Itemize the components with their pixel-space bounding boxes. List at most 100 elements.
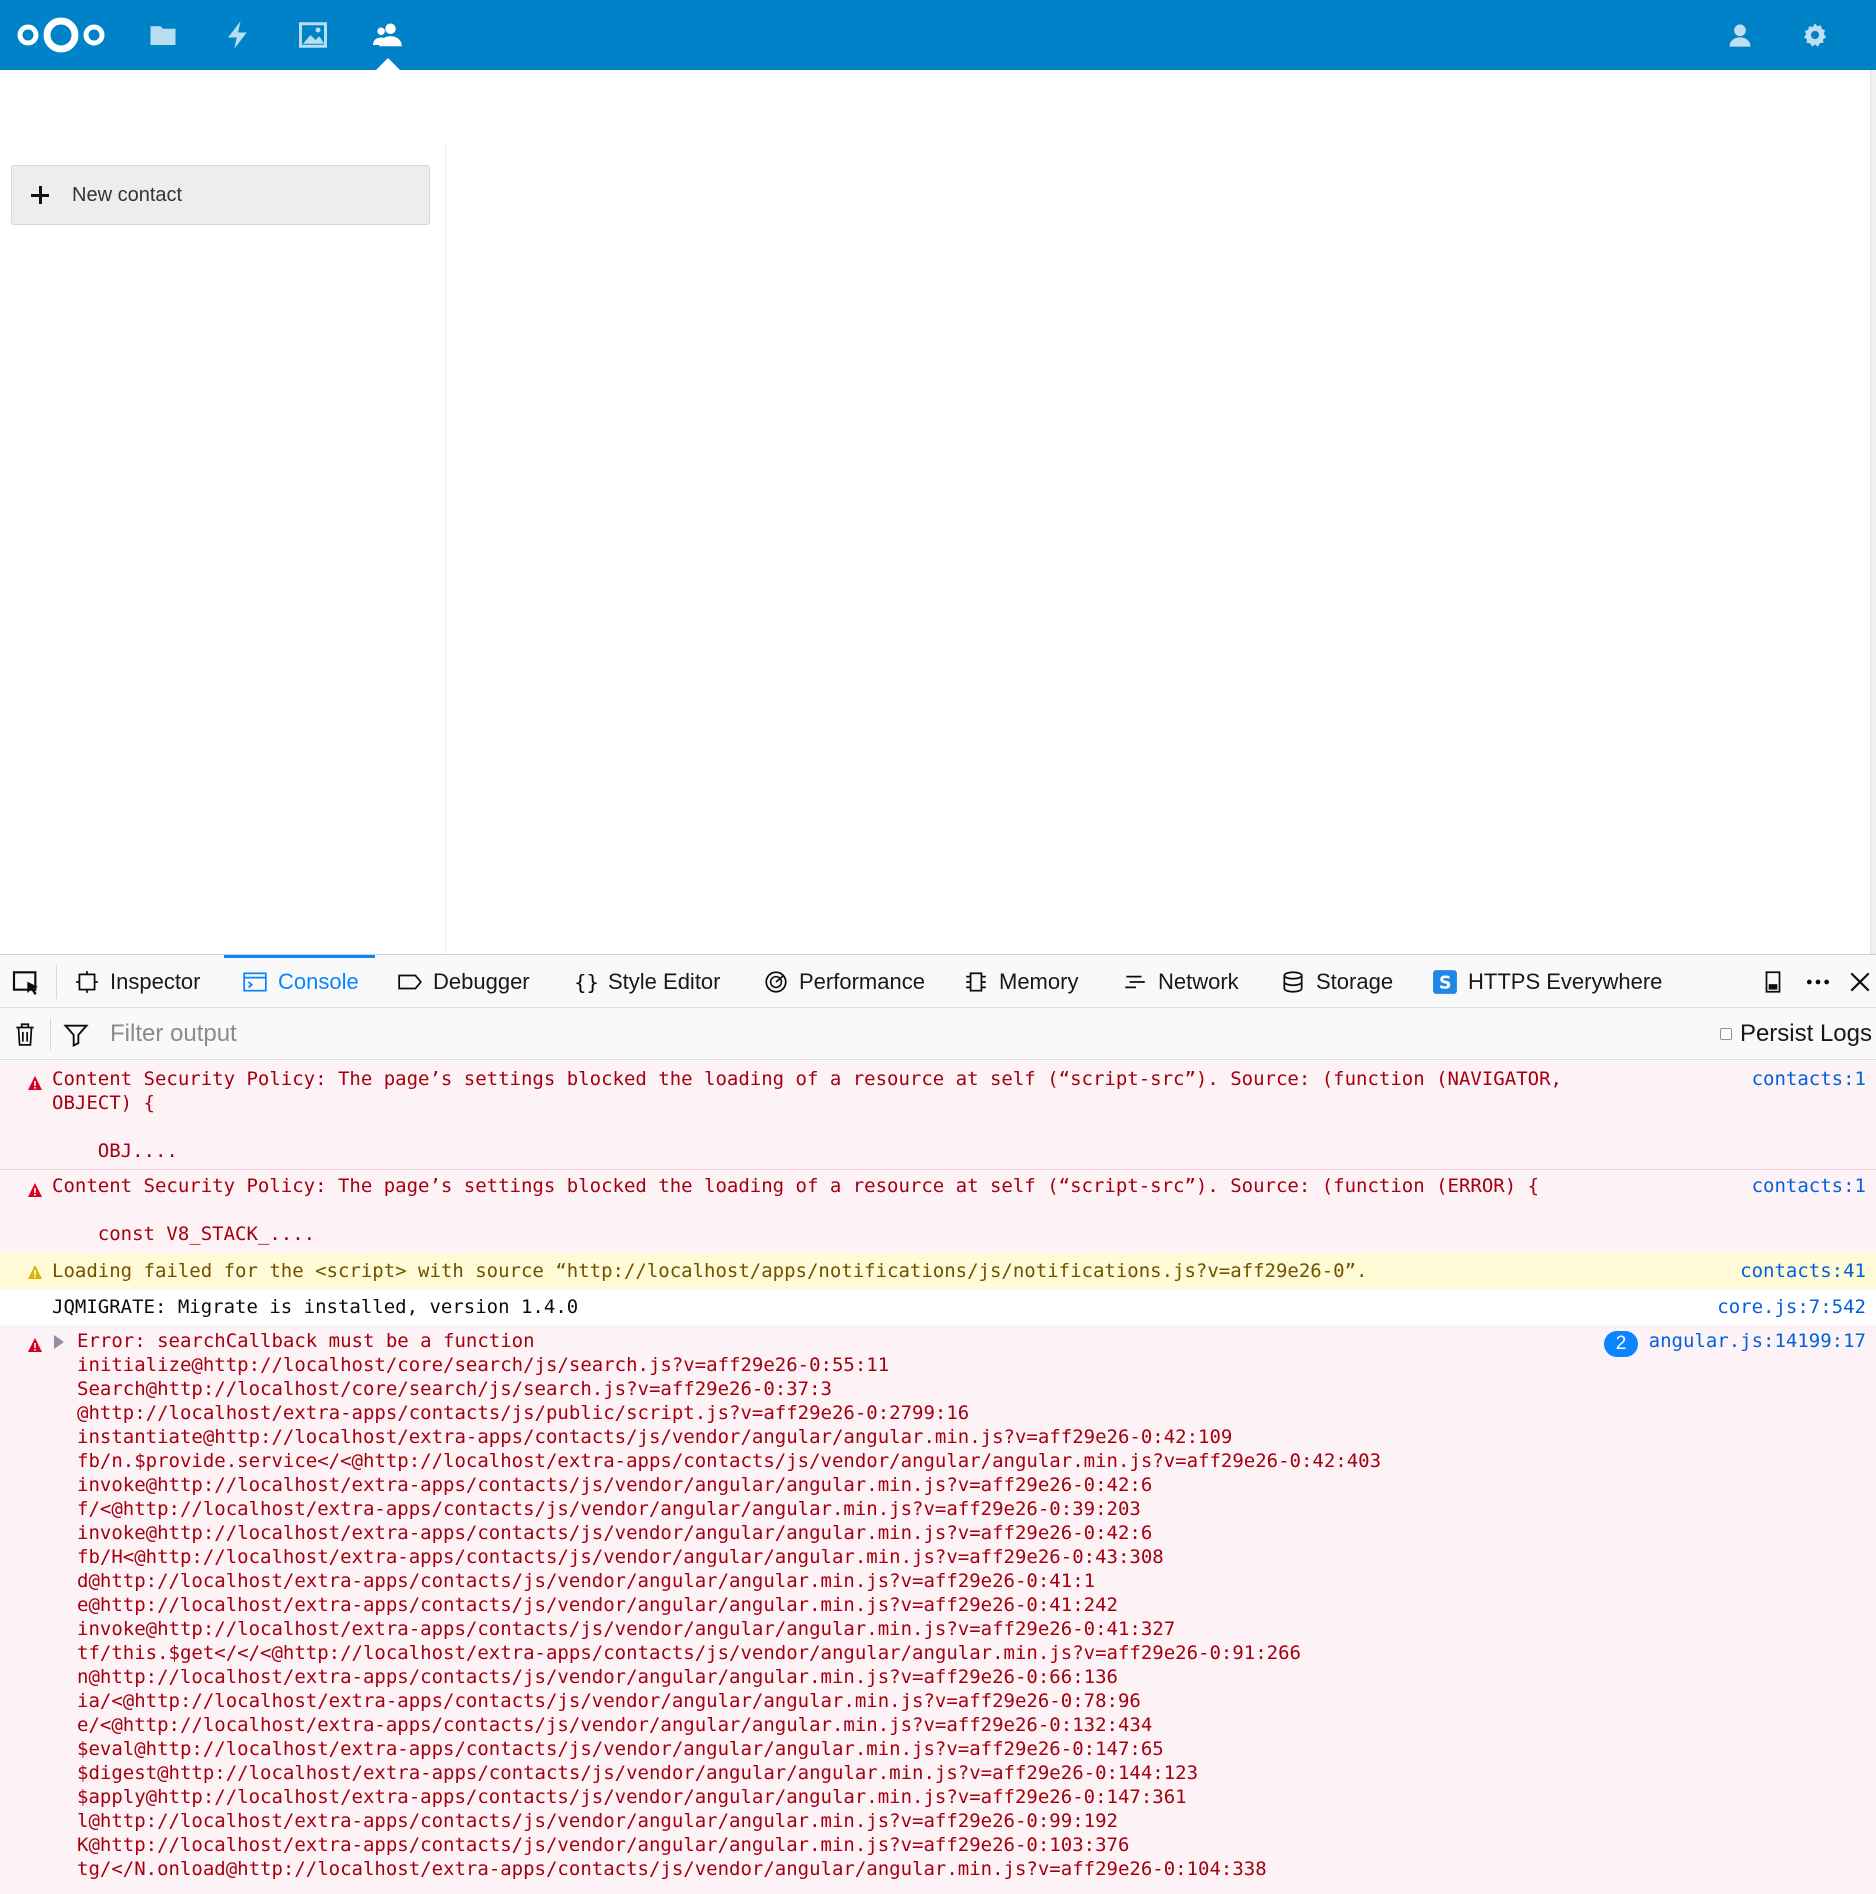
active-app-indicator [375,58,401,71]
dock-toggle-button[interactable] [1757,967,1789,997]
console-icon [243,971,267,992]
tab-memory-label: Memory [999,968,1079,994]
ellipsis-icon [1806,979,1830,985]
stack-frame-line[interactable]: tf/this.$get</</<@http://localhost/extra… [77,1641,1301,1665]
expand-stack-toggle[interactable] [54,1335,64,1349]
console-message-error-stack[interactable]: Error: searchCallback must be a function… [0,1325,1876,1894]
plus-icon [28,183,52,207]
more-options-button[interactable] [1802,967,1834,997]
stack-frame-line[interactable]: initialize@http://localhost/core/search/… [77,1353,889,1377]
console-filter-bar: Persist Logs [0,1008,1876,1060]
tab-https-everywhere-label: HTTPS Everywhere [1468,968,1663,994]
trash-icon[interactable] [12,1021,38,1047]
database-icon [1283,970,1303,993]
stack-frame-line[interactable]: instantiate@http://localhost/extra-apps/… [77,1425,1232,1449]
stack-frame-line[interactable]: n@http://localhost/extra-apps/contacts/j… [77,1665,1118,1689]
message-text: Content Security Policy: The page’s sett… [52,1068,1562,1090]
message-text: OBJECT) { [52,1092,155,1114]
app-files[interactable] [138,10,188,60]
message-source-link[interactable]: contacts:41 [1740,1259,1866,1283]
tab-debugger[interactable]: Debugger [397,955,530,1008]
devtools-panel: Inspector Console Debugger {} Style Edit… [0,954,1876,1894]
app-gallery[interactable] [288,10,338,60]
stack-frame-line[interactable]: $apply@http://localhost/extra-apps/conta… [77,1785,1187,1809]
lightning-icon [228,21,247,49]
message-text: OBJ.... [52,1140,178,1162]
tab-style-editor[interactable]: {} Style Editor [572,955,721,1008]
tab-memory[interactable]: Memory [963,955,1078,1008]
new-contact-label: New contact [72,183,183,206]
error-icon [28,1338,42,1352]
stack-frame-line[interactable]: d@http://localhost/extra-apps/contacts/j… [77,1569,1095,1593]
message-source-link[interactable]: angular.js:14199:17 [1649,1329,1866,1353]
filter-icon[interactable] [62,1021,90,1049]
app-activity[interactable] [213,10,263,60]
message-text: Loading failed for the <script> with sou… [52,1260,1368,1282]
stack-frame-line[interactable]: fb/n.$provide.service</<@http://localhos… [77,1449,1381,1473]
user-icon [1729,24,1751,47]
stack-frame-line[interactable]: invoke@http://localhost/extra-apps/conta… [77,1521,1152,1545]
stack-frame-line[interactable]: invoke@http://localhost/extra-apps/conta… [77,1617,1175,1641]
app-navigation-divider [445,145,446,953]
error-icon [28,1183,42,1197]
stack-frame-line[interactable]: l@http://localhost/extra-apps/contacts/j… [77,1809,1118,1833]
tab-console[interactable]: Console [224,955,375,1008]
app-contacts[interactable] [363,10,413,60]
svg-text:S: S [1439,973,1451,993]
svg-text:{}: {} [574,970,598,994]
settings-menu-button[interactable] [1790,10,1840,60]
tab-network[interactable]: Network [1122,955,1239,1008]
persist-logs-checkbox[interactable] [1719,1028,1732,1040]
network-icon [1125,975,1145,988]
stack-frame-line[interactable]: e@http://localhost/extra-apps/contacts/j… [77,1593,1118,1617]
contacts-icon [373,23,402,47]
console-message-log[interactable]: JQMIGRATE: Migrate is installed, version… [0,1289,1876,1325]
close-devtools-button[interactable] [1844,967,1876,997]
folder-icon [150,26,176,45]
persist-logs-toggle[interactable]: Persist Logs [1719,1016,1872,1052]
contacts-menu-button[interactable] [1715,10,1765,60]
stack-frame-line[interactable]: $digest@http://localhost/extra-apps/cont… [77,1761,1198,1785]
https-everywhere-icon: S [1433,969,1457,994]
tab-https-everywhere[interactable]: S HTTPS Everywhere [1432,955,1662,1008]
page-scrollbar[interactable] [1870,70,1876,954]
tab-storage[interactable]: Storage [1280,955,1393,1008]
console-message-warning[interactable]: Loading failed for the <script> with sou… [0,1253,1876,1289]
console-message-error[interactable]: Content Security Policy: The page’s sett… [0,1061,1876,1169]
stack-frame-line[interactable]: @http://localhost/extra-apps/contacts/js… [77,1401,969,1425]
top-header [0,0,1876,71]
stack-frame-line[interactable]: f/<@http://localhost/extra-apps/contacts… [77,1497,1141,1521]
tab-console-label: Console [278,968,359,994]
tab-style-editor-label: Style Editor [608,968,721,994]
filter-output-input[interactable] [100,1016,1200,1052]
error-icon [28,1076,42,1090]
message-text: const V8_STACK_.... [52,1223,316,1245]
stack-frame-line[interactable]: tg/</N.onload@http://localhost/extra-app… [77,1857,1267,1881]
console-message-error[interactable]: Content Security Policy: The page’s sett… [0,1170,1876,1253]
braces-icon: {} [574,970,598,994]
message-source-link[interactable]: contacts:1 [1752,1174,1866,1198]
stack-frame-line[interactable]: ia/<@http://localhost/extra-apps/contact… [77,1689,1141,1713]
stack-frame-line[interactable]: e/<@http://localhost/extra-apps/contacts… [77,1713,1152,1737]
gauge-icon [765,970,787,993]
new-contact-button[interactable]: New contact [11,165,430,225]
stack-frame-line[interactable]: K@http://localhost/extra-apps/contacts/j… [77,1833,1129,1857]
element-picker-icon[interactable] [10,967,42,999]
console-output: Content Security Policy: The page’s sett… [0,1061,1876,1894]
tab-performance[interactable]: Performance [763,955,925,1008]
stack-frame-line[interactable]: invoke@http://localhost/extra-apps/conta… [77,1473,1152,1497]
tab-inspector-label: Inspector [110,968,201,994]
message-text: Content Security Policy: The page’s sett… [52,1175,1540,1197]
chip-icon [966,971,986,992]
warning-icon [28,1265,42,1279]
nextcloud-logo-icon[interactable] [14,10,108,60]
stack-frame-line[interactable]: $eval@http://localhost/extra-apps/contac… [77,1737,1164,1761]
message-source-link[interactable]: core.js:7:542 [1717,1295,1866,1319]
filter-separator [50,1018,51,1050]
stack-frame-line[interactable]: fb/H<@http://localhost/extra-apps/contac… [77,1545,1164,1569]
repeat-count-badge: 2 [1604,1331,1638,1357]
stack-frame-line[interactable]: Search@http://localhost/core/search/js/s… [77,1377,832,1401]
message-source-link[interactable]: contacts:1 [1752,1067,1866,1091]
tab-inspector[interactable]: Inspector [74,955,201,1008]
tab-storage-label: Storage [1316,968,1394,994]
